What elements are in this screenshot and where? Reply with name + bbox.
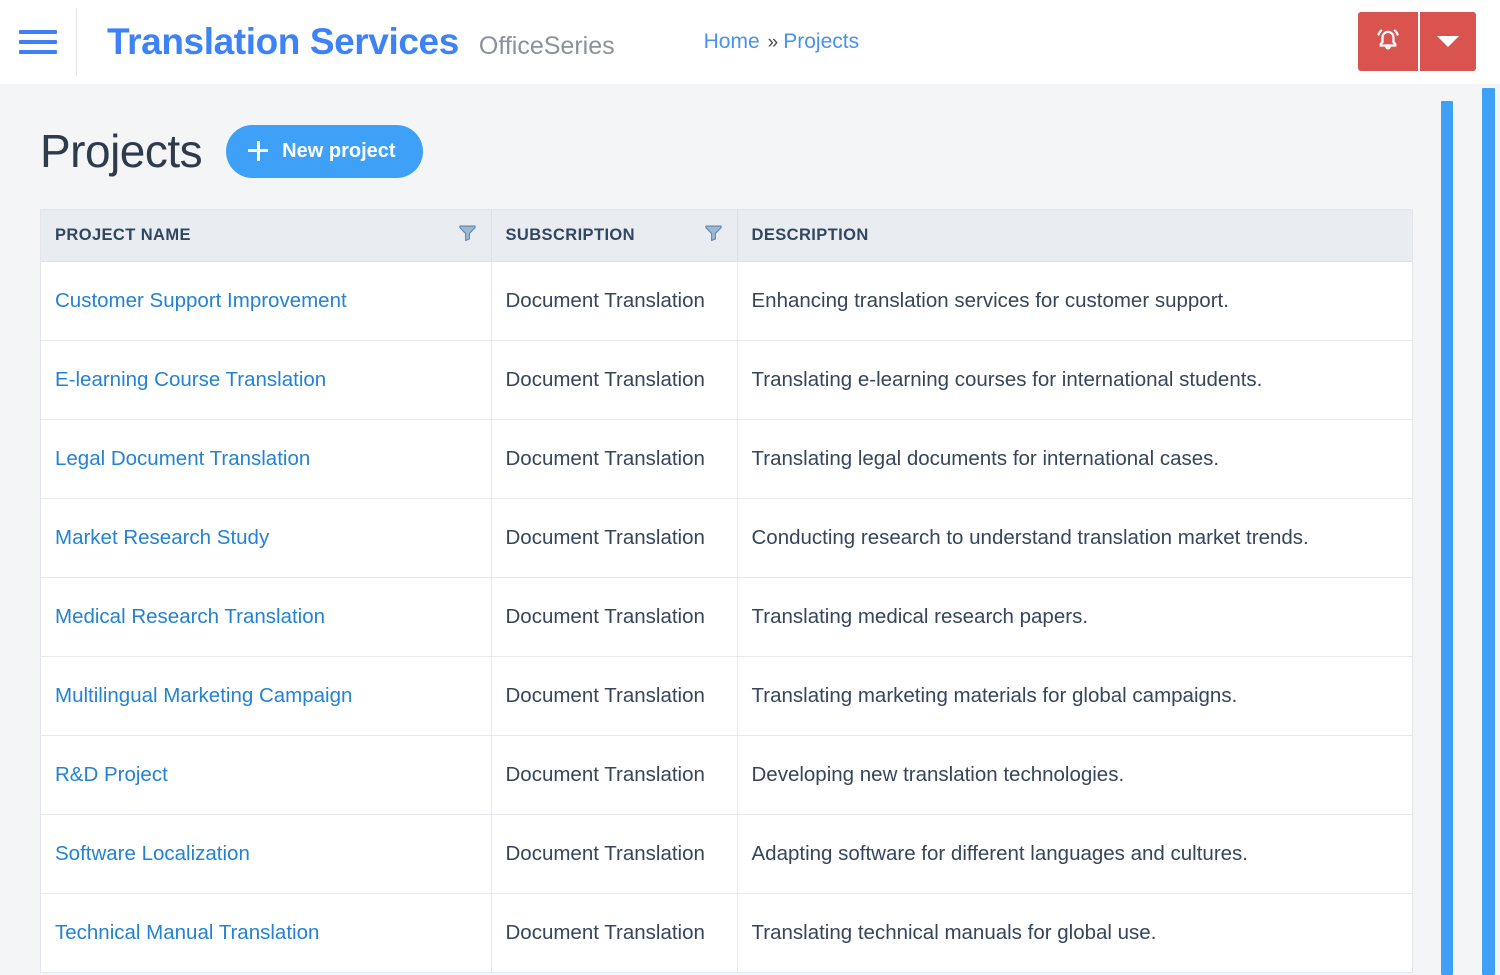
table-row: E-learning Course Translation Document Tr… [41,340,1412,420]
breadcrumb-home-link[interactable]: Home [704,30,760,54]
brand: Translation Services OfficeSeries [77,21,615,63]
project-name-link[interactable]: E-learning Course Translation [55,368,326,391]
cell-project-name: Market Research Study [41,498,492,578]
cell-project-name: E-learning Course Translation [41,340,492,420]
navbar-actions [1358,12,1476,71]
project-name-link[interactable]: R&D Project [55,763,168,786]
table-row: Customer Support Improvement Document Tra… [41,261,1412,341]
project-name-link[interactable]: Technical Manual Translation [55,921,319,944]
project-name-link[interactable]: Market Research Study [55,526,269,549]
project-name-link[interactable]: Multilingual Marketing Campaign [55,684,352,707]
breadcrumb: Home » Projects [704,30,859,54]
filter-icon-project-name[interactable] [458,223,477,247]
hamburger-bar [19,50,57,54]
table-row: Software Localization Document Translatio… [41,814,1412,894]
project-name-link[interactable]: Customer Support Improvement [55,289,347,312]
column-header-subscription[interactable]: SUBSCRIPTION [491,210,738,262]
table-row: Multilingual Marketing Campaign Document … [41,656,1412,736]
table-head: PROJECT NAME SUBSCRIPTION DESCRIPTION [41,210,1412,262]
cell-project-name: Multilingual Marketing Campaign [41,656,492,736]
page-title: Projects [40,125,203,177]
cell-description: Translating technical manuals for global… [737,893,1412,973]
cell-project-name: Customer Support Improvement [41,261,492,341]
column-header-label: PROJECT NAME [55,225,191,244]
table-row: Market Research Study Document Translatio… [41,498,1412,578]
hamburger-bar [19,30,57,34]
filter-icon-subscription[interactable] [704,223,723,247]
cell-subscription: Document Translation [491,419,738,499]
table-row: Technical Manual Translation Document Tra… [41,893,1412,973]
table-body: Customer Support Improvement Document Tra… [41,261,1412,973]
bell-icon [1373,25,1403,58]
cell-project-name: R&D Project [41,735,492,815]
cell-project-name: Medical Research Translation [41,577,492,657]
cell-subscription: Document Translation [491,893,738,973]
table-row: R&D Project Document Translation Developin… [41,735,1412,815]
projects-table: PROJECT NAME SUBSCRIPTION DESCRIPTION Cu… [41,210,1412,973]
breadcrumb-projects-link[interactable]: Projects [783,30,859,54]
hamburger-bar [19,40,57,44]
column-header-label: DESCRIPTION [751,225,869,244]
cell-subscription: Document Translation [491,498,738,578]
top-navbar: Translation Services OfficeSeries Home »… [0,0,1500,84]
cell-description: Translating marketing materials for glob… [737,656,1412,736]
cell-subscription: Document Translation [491,577,738,657]
cell-subscription: Document Translation [491,735,738,815]
inner-scrollbar[interactable] [1441,101,1453,975]
project-name-link[interactable]: Legal Document Translation [55,447,310,470]
cell-description: Translating legal documents for internat… [737,419,1412,499]
cell-description: Adapting software for different language… [737,814,1412,894]
project-name-link[interactable]: Medical Research Translation [55,605,325,628]
table-header-row: PROJECT NAME SUBSCRIPTION DESCRIPTION [41,210,1412,262]
plus-icon [248,141,269,161]
column-header-project-name[interactable]: PROJECT NAME [41,210,492,262]
project-name-link[interactable]: Software Localization [55,842,250,865]
new-project-button[interactable]: New project [226,124,423,178]
table-row: Medical Research Translation Document Tra… [41,577,1412,657]
hamburger-menu-icon[interactable] [0,0,76,84]
cell-subscription: Document Translation [491,340,738,420]
cell-description: Translating e-learning courses for inter… [737,340,1412,420]
cell-description: Conducting research to understand transl… [737,498,1412,578]
cell-project-name: Legal Document Translation [41,419,492,499]
chevron-down-icon [1437,36,1459,47]
cell-subscription: Document Translation [491,656,738,736]
cell-subscription: Document Translation [491,261,738,341]
column-header-label: SUBSCRIPTION [505,225,635,244]
brand-title: Translation Services [107,21,459,62]
new-project-button-label: New project [282,139,396,162]
notifications-dropdown-button[interactable] [1420,12,1476,71]
projects-table-container: PROJECT NAME SUBSCRIPTION DESCRIPTION Cu… [40,209,1413,973]
brand-subtitle: OfficeSeries [478,32,615,60]
cell-description: Translating medical research papers. [737,577,1412,657]
table-row: Legal Document Translation Document Trans… [41,419,1412,499]
breadcrumb-separator: » [767,32,779,53]
page-scrollbar[interactable] [1482,88,1495,975]
column-header-description[interactable]: DESCRIPTION [737,210,1412,262]
notifications-button[interactable] [1358,12,1418,71]
page-header: Projects New project [0,84,1500,178]
cell-description: Enhancing translation services for custo… [737,261,1412,341]
cell-project-name: Technical Manual Translation [41,893,492,973]
cell-description: Developing new translation technologies. [737,735,1412,815]
page-content: Projects New project PROJECT NAME SUBSCR… [0,84,1500,975]
cell-project-name: Software Localization [41,814,492,894]
cell-subscription: Document Translation [491,814,738,894]
